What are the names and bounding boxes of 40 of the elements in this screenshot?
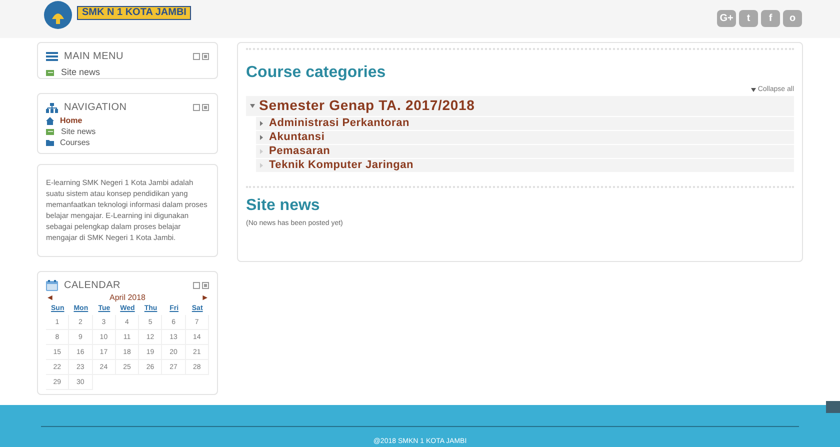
emblem-icon — [43, 0, 73, 30]
previous-month-link[interactable]: ◄ — [46, 293, 54, 303]
calendar-icon — [46, 280, 58, 291]
social-link[interactable]: o — [783, 10, 802, 27]
newspaper-icon — [46, 68, 55, 77]
block-title: NAVIGATION — [64, 101, 127, 115]
menu-icon — [46, 52, 58, 61]
block-controls-icon — [193, 53, 209, 60]
month-title: April 2018 — [109, 293, 146, 303]
sitemap-icon — [46, 102, 58, 112]
caret-icon — [260, 148, 263, 154]
subcategory-row[interactable]: Teknik Komputer Jaringan — [256, 158, 794, 172]
category-row[interactable]: Semester Genap TA. 2017/2018 — [246, 96, 794, 116]
block-title: MAIN MENU — [64, 50, 124, 64]
subcategory-row[interactable]: Administrasi Perkantoran — [256, 116, 794, 130]
nav-link[interactable]: Site news — [61, 126, 96, 137]
block-title: CALENDAR — [64, 279, 120, 293]
social-link[interactable]: G+ — [717, 10, 736, 27]
caret-icon — [260, 134, 263, 140]
social-link[interactable]: t — [739, 10, 758, 27]
section-heading: Site news — [246, 196, 321, 216]
subcategory-row[interactable]: Akuntansi — [256, 130, 794, 144]
caret-icon — [260, 162, 263, 168]
block-controls-icon — [193, 104, 209, 111]
folder-icon — [46, 139, 54, 146]
newspaper-icon — [46, 128, 55, 136]
social-link[interactable]: f — [761, 10, 780, 27]
caret-icon — [250, 104, 255, 108]
section-heading: Course categories — [246, 63, 387, 83]
nav-link[interactable]: Home — [60, 115, 82, 126]
nav-link[interactable]: Courses — [60, 137, 90, 148]
next-month-link[interactable]: ► — [201, 293, 209, 303]
caret-icon — [260, 120, 263, 126]
caret-icon — [750, 88, 756, 92]
subcategory-row[interactable]: Pemasaran — [256, 144, 794, 158]
menu-link[interactable]: Site news — [61, 66, 100, 80]
school-name: SMK N 1 KOTA JAMBI — [77, 6, 192, 20]
block-controls-icon — [193, 282, 209, 289]
house-icon — [46, 116, 54, 124]
back-to-top-button[interactable] — [826, 401, 840, 413]
